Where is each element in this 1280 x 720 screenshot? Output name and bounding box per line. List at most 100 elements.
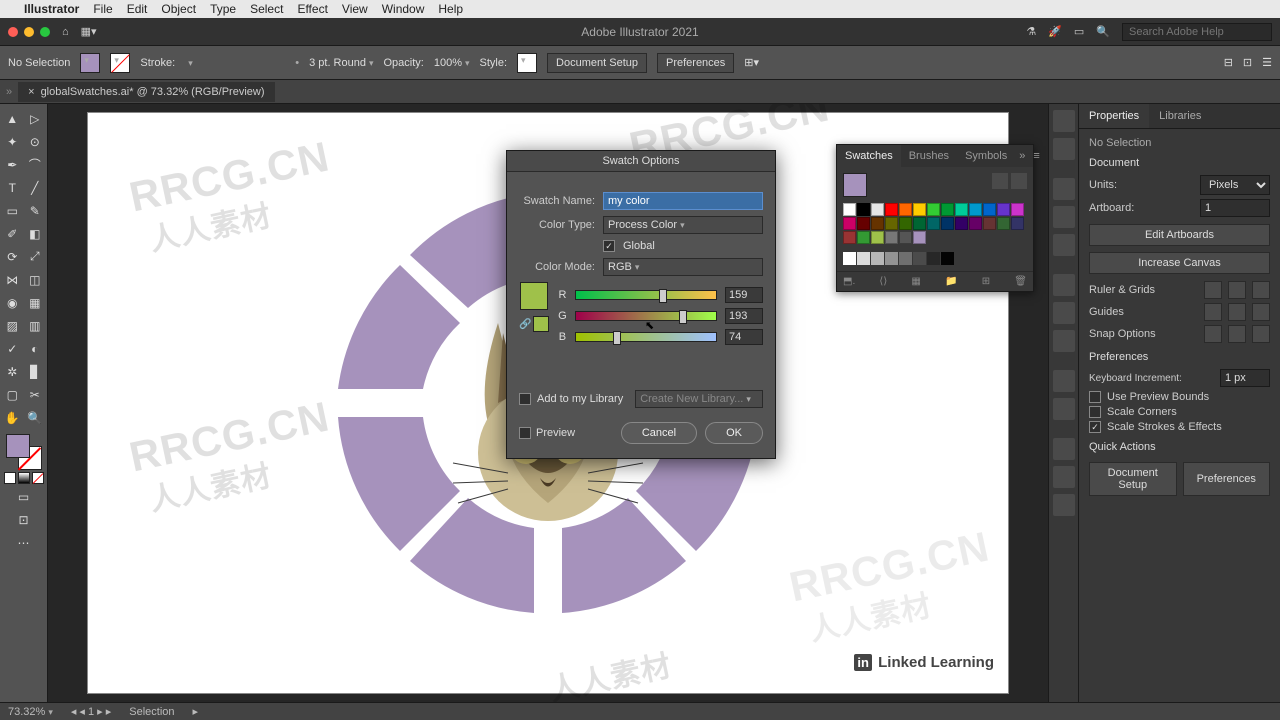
panel-menu-icon[interactable]: ≡ [1029, 145, 1043, 167]
align-icon[interactable]: ⊞▾ [744, 56, 759, 69]
swatch-cell[interactable] [955, 203, 968, 216]
symbols-panel-icon[interactable] [1053, 234, 1075, 256]
swatch-cell[interactable] [899, 217, 912, 230]
menu-help[interactable]: Help [438, 2, 463, 16]
minimize-window-icon[interactable] [24, 27, 34, 37]
graph-tool-icon[interactable]: ▊ [25, 361, 46, 382]
collapse-panel-icon[interactable]: » [1015, 145, 1029, 167]
gray-swatch-cell[interactable] [899, 252, 912, 265]
menu-effect[interactable]: Effect [297, 2, 327, 16]
tab-brushes[interactable]: Brushes [901, 145, 957, 167]
menu-view[interactable]: View [342, 2, 368, 16]
color-panel-icon[interactable] [1053, 110, 1075, 132]
zoom-window-icon[interactable] [40, 27, 50, 37]
artboard-input[interactable] [1200, 199, 1270, 217]
swatch-cell[interactable] [899, 203, 912, 216]
tab-symbols[interactable]: Symbols [957, 145, 1015, 167]
rotate-tool-icon[interactable]: ⟳ [2, 246, 23, 267]
share-icon[interactable]: ⚗ [1026, 25, 1036, 38]
swatch-cell[interactable] [1011, 217, 1024, 230]
swatch-cell[interactable] [871, 217, 884, 230]
swatch-cell[interactable] [927, 217, 940, 230]
document-tab[interactable]: × globalSwatches.ai* @ 73.32% (RGB/Previ… [18, 82, 274, 102]
new-color-group-icon[interactable]: 📁 [945, 276, 957, 287]
gray-swatch-cell[interactable] [927, 252, 940, 265]
g-slider[interactable] [575, 311, 717, 321]
preferences-button[interactable]: Preferences [657, 53, 734, 73]
smart-guides-icon[interactable] [1252, 303, 1270, 321]
gradient-mode-icon[interactable] [18, 472, 30, 484]
scale-strokes-checkbox[interactable] [1089, 421, 1101, 433]
lasso-tool-icon[interactable]: ⊙ [25, 131, 46, 152]
brushes-panel-icon[interactable] [1053, 206, 1075, 228]
brush-dropdown[interactable]: 3 pt. Round [309, 57, 373, 69]
b-value-input[interactable] [725, 329, 763, 345]
mesh-tool-icon[interactable]: ▨ [2, 315, 23, 336]
width-tool-icon[interactable]: ⋈ [2, 269, 23, 290]
snap-point-icon[interactable] [1204, 325, 1222, 343]
swatch-cell[interactable] [843, 203, 856, 216]
swatch-cell[interactable] [969, 217, 982, 230]
eyedropper-tool-icon[interactable]: ✓ [2, 338, 23, 359]
gray-swatch-cell[interactable] [857, 252, 870, 265]
swatch-cell[interactable] [941, 203, 954, 216]
search-icon[interactable]: 🔍 [1096, 25, 1110, 38]
appearance-panel-icon[interactable] [1053, 370, 1075, 392]
swatch-cell[interactable] [1011, 203, 1024, 216]
draw-mode-icon[interactable]: ▭ [13, 486, 34, 507]
increase-canvas-button[interactable]: Increase Canvas [1089, 252, 1270, 274]
artboards-panel-icon[interactable] [1053, 494, 1075, 516]
shape-builder-tool-icon[interactable]: ◉ [2, 292, 23, 313]
ruler-icon[interactable] [1204, 281, 1222, 299]
gradient-panel-icon[interactable] [1053, 302, 1075, 324]
delete-swatch-icon[interactable]: 🗑 [1014, 276, 1027, 287]
screen-mode-icon[interactable]: ⊡ [13, 509, 34, 530]
link-color-icon[interactable]: 🔗 [519, 319, 531, 330]
gpu-icon[interactable]: 🚀 [1048, 25, 1062, 38]
menu-file[interactable]: File [93, 2, 112, 16]
swatch-show-menu-icon[interactable]: ⟨⟩ [879, 276, 887, 287]
swatch-grid[interactable] [843, 203, 1027, 244]
magic-wand-tool-icon[interactable]: ✦ [2, 131, 23, 152]
swatch-options-icon[interactable]: ▦ [911, 276, 920, 287]
qa-document-setup-button[interactable]: Document Setup [1089, 462, 1177, 496]
pen-tool-icon[interactable]: ✒ [2, 154, 23, 175]
search-help-input[interactable] [1122, 23, 1272, 41]
tab-properties[interactable]: Properties [1079, 104, 1149, 128]
swatch-cell[interactable] [857, 203, 870, 216]
symbol-sprayer-tool-icon[interactable]: ✲ [2, 361, 23, 382]
ok-button[interactable]: OK [705, 422, 763, 444]
layers-panel-icon[interactable] [1053, 438, 1075, 460]
fill-swatch[interactable] [80, 53, 100, 73]
edit-artboards-button[interactable]: Edit Artboards [1089, 224, 1270, 246]
menu-edit[interactable]: Edit [127, 2, 148, 16]
swatches-panel[interactable]: Swatches Brushes Symbols » ≡ ⬒. ⟨⟩ ▦ 📁 ⊞… [836, 144, 1034, 292]
tab-close-icon[interactable]: × [28, 86, 34, 98]
line-tool-icon[interactable]: ╱ [25, 177, 46, 198]
perspective-tool-icon[interactable]: ▦ [25, 292, 46, 313]
grayscale-row[interactable] [843, 252, 1027, 265]
selection-tool-icon[interactable]: ▲ [2, 108, 23, 129]
swatch-cell[interactable] [913, 217, 926, 230]
swatch-cell[interactable] [857, 231, 870, 244]
type-tool-icon[interactable]: T [2, 177, 23, 198]
opacity-dropdown[interactable]: 100% [434, 57, 470, 69]
direct-selection-tool-icon[interactable]: ▷ [25, 108, 46, 129]
arrange-icon[interactable]: ▭ [1074, 25, 1084, 38]
edit-toolbar-icon[interactable]: ⋯ [13, 532, 34, 553]
close-window-icon[interactable] [8, 27, 18, 37]
curvature-tool-icon[interactable]: ⌒ [25, 154, 46, 175]
gray-swatch-cell[interactable] [913, 252, 926, 265]
menu-window[interactable]: Window [382, 2, 425, 16]
swatch-cell[interactable] [997, 203, 1010, 216]
guides-show-icon[interactable] [1204, 303, 1222, 321]
swatch-cell[interactable] [913, 231, 926, 244]
swatch-cell[interactable] [885, 203, 898, 216]
swatch-name-input[interactable] [603, 192, 763, 210]
slice-tool-icon[interactable]: ✂ [25, 384, 46, 405]
stroke-panel-icon[interactable] [1053, 274, 1075, 296]
fill-stroke-colors[interactable] [6, 434, 42, 470]
snap-grid-icon[interactable] [1228, 325, 1246, 343]
gray-swatch-cell[interactable] [871, 252, 884, 265]
graphic-styles-panel-icon[interactable] [1053, 398, 1075, 420]
